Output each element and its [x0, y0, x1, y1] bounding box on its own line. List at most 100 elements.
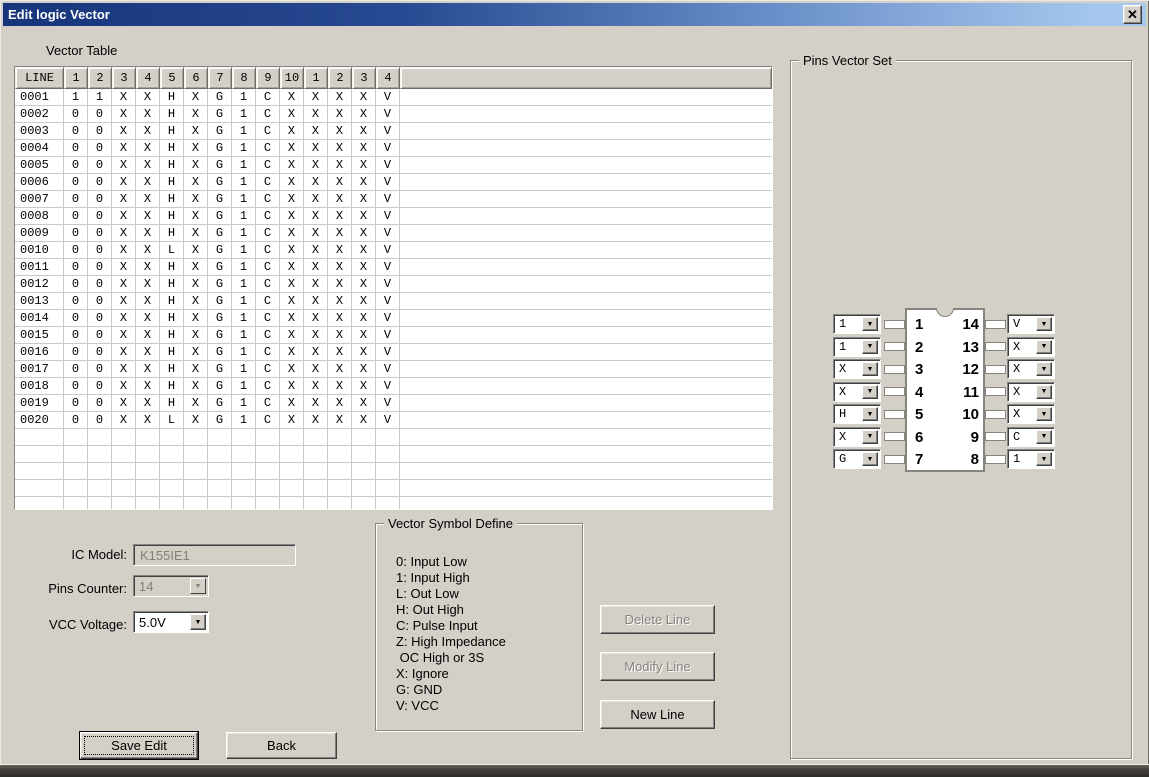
table-row[interactable]: 0008 0 0 X X H X G 1 C X X X X V — [15, 208, 772, 225]
pin-combo-value: X — [1013, 362, 1021, 376]
table-row[interactable] — [15, 429, 772, 446]
pin-11-combo[interactable]: X ▼ — [1007, 381, 1055, 402]
table-row[interactable]: 0020 0 0 X X L X G 1 C X X X X V — [15, 412, 772, 429]
col-header-line[interactable]: LINE — [15, 67, 64, 89]
vector-cell: X — [352, 106, 376, 122]
pins-counter-combo[interactable]: 14 ▼ — [133, 575, 209, 597]
pin-9-combo[interactable]: C ▼ — [1007, 426, 1055, 447]
col-header[interactable]: 1 — [304, 67, 328, 89]
pin-10-combo[interactable]: X ▼ — [1007, 404, 1055, 424]
vector-cell — [256, 446, 280, 462]
pins-vector-set-title: Pins Vector Set — [799, 53, 896, 68]
vector-cell: X — [328, 395, 352, 411]
close-button[interactable]: ✕ — [1123, 5, 1142, 24]
table-row[interactable]: 0009 0 0 X X H X G 1 C X X X X V — [15, 225, 772, 242]
table-row[interactable]: 0011 0 0 X X H X G 1 C X X X X V — [15, 259, 772, 276]
pin-12-combo[interactable]: X ▼ — [1007, 359, 1055, 379]
vector-cell — [352, 463, 376, 479]
pin-14-combo[interactable]: V ▼ — [1007, 314, 1055, 334]
table-row[interactable] — [15, 497, 772, 509]
pin-4-combo[interactable]: X ▼ — [833, 381, 881, 402]
vector-cell: 0 — [88, 106, 112, 122]
table-row[interactable]: 0015 0 0 X X H X G 1 C X X X X V — [15, 327, 772, 344]
table-row[interactable]: 0013 0 0 X X H X G 1 C X X X X V — [15, 293, 772, 310]
save-edit-button[interactable]: Save Edit — [80, 732, 198, 759]
vector-cell: G — [208, 106, 232, 122]
vector-cell: X — [352, 242, 376, 258]
table-row[interactable]: 0007 0 0 X X H X G 1 C X X X X V — [15, 191, 772, 208]
table-row[interactable]: 0012 0 0 X X H X G 1 C X X X X V — [15, 276, 772, 293]
col-header[interactable]: 9 — [256, 67, 280, 89]
ic-model-field[interactable] — [133, 544, 296, 566]
vector-cell — [88, 463, 112, 479]
table-row[interactable]: 0010 0 0 X X L X G 1 C X X X X V — [15, 242, 772, 259]
table-row[interactable]: 0014 0 0 X X H X G 1 C X X X X V — [15, 310, 772, 327]
col-header[interactable]: 2 — [328, 67, 352, 89]
col-header[interactable]: 4 — [376, 67, 400, 89]
pin-7-combo[interactable]: G ▼ — [833, 449, 881, 469]
vector-cell — [280, 429, 304, 445]
vector-cell: X — [112, 157, 136, 173]
vector-cell: X — [328, 344, 352, 360]
col-header[interactable]: 3 — [112, 67, 136, 89]
vector-cell: X — [280, 208, 304, 224]
vector-cell — [88, 480, 112, 496]
vector-cell: X — [112, 344, 136, 360]
table-row[interactable]: 0017 0 0 X X H X G 1 C X X X X V — [15, 361, 772, 378]
vector-cell: X — [328, 123, 352, 139]
col-header[interactable]: 6 — [184, 67, 208, 89]
col-header[interactable]: 2 — [88, 67, 112, 89]
vector-cell: C — [256, 225, 280, 241]
vector-cell: 1 — [232, 310, 256, 326]
pin-8-combo[interactable]: 1 ▼ — [1007, 449, 1055, 469]
vector-table[interactable]: LINE 1 2 3 4 5 6 7 8 9 10 1 2 3 4 0001 1 1 X X H X G 1 C X X X X V 00… — [14, 66, 773, 510]
table-row[interactable]: 0004 0 0 X X H X G 1 C X X X X V — [15, 140, 772, 157]
vector-cell: 0 — [88, 378, 112, 394]
vector-cell — [376, 463, 400, 479]
pin-5-combo[interactable]: H ▼ — [833, 404, 881, 424]
modify-line-button[interactable]: Modify Line — [600, 652, 715, 681]
pin-2-combo[interactable]: 1 ▼ — [833, 336, 881, 357]
table-row[interactable] — [15, 463, 772, 480]
vector-cell: G — [208, 225, 232, 241]
table-row[interactable]: 0019 0 0 X X H X G 1 C X X X X V — [15, 395, 772, 412]
pin-13-combo[interactable]: X ▼ — [1007, 336, 1055, 357]
vcc-voltage-combo[interactable]: 5.0V ▼ — [133, 611, 209, 633]
row-filler — [400, 157, 772, 173]
table-row[interactable] — [15, 480, 772, 497]
table-row[interactable]: 0016 0 0 X X H X G 1 C X X X X V — [15, 344, 772, 361]
col-header[interactable]: 1 — [64, 67, 88, 89]
col-header[interactable]: 3 — [352, 67, 376, 89]
col-header[interactable]: 5 — [160, 67, 184, 89]
vector-cell — [376, 446, 400, 462]
vector-cell: X — [184, 276, 208, 292]
delete-line-button[interactable]: Delete Line — [600, 605, 715, 634]
pin-number: 12 — [962, 361, 979, 378]
vector-cell: V — [376, 106, 400, 122]
col-header[interactable]: 7 — [208, 67, 232, 89]
table-row[interactable]: 0002 0 0 X X H X G 1 C X X X X V — [15, 106, 772, 123]
col-header[interactable]: 4 — [136, 67, 160, 89]
col-header[interactable]: 10 — [280, 67, 304, 89]
pin-6-combo[interactable]: X ▼ — [833, 426, 881, 447]
pin-1-combo[interactable]: 1 ▼ — [833, 314, 881, 334]
new-line-button[interactable]: New Line — [600, 700, 715, 729]
vector-cell: X — [352, 208, 376, 224]
vector-cell: 0 — [64, 344, 88, 360]
pin-3-combo[interactable]: X ▼ — [833, 359, 881, 379]
vector-cell: X — [112, 395, 136, 411]
vector-cell: 1 — [232, 361, 256, 377]
table-row[interactable]: 0001 1 1 X X H X G 1 C X X X X V — [15, 89, 772, 106]
vector-cell — [88, 497, 112, 509]
row-filler — [400, 225, 772, 241]
back-button[interactable]: Back — [226, 732, 337, 759]
table-row[interactable]: 0003 0 0 X X H X G 1 C X X X X V — [15, 123, 772, 140]
table-row[interactable]: 0018 0 0 X X H X G 1 C X X X X V — [15, 378, 772, 395]
col-header[interactable]: 8 — [232, 67, 256, 89]
table-row[interactable]: 0006 0 0 X X H X G 1 C X X X X V — [15, 174, 772, 191]
table-row[interactable]: 0005 0 0 X X H X G 1 C X X X X V — [15, 157, 772, 174]
pin-stub — [985, 364, 1006, 374]
vector-cell: X — [184, 89, 208, 105]
vector-cell — [208, 497, 232, 509]
table-row[interactable] — [15, 446, 772, 463]
